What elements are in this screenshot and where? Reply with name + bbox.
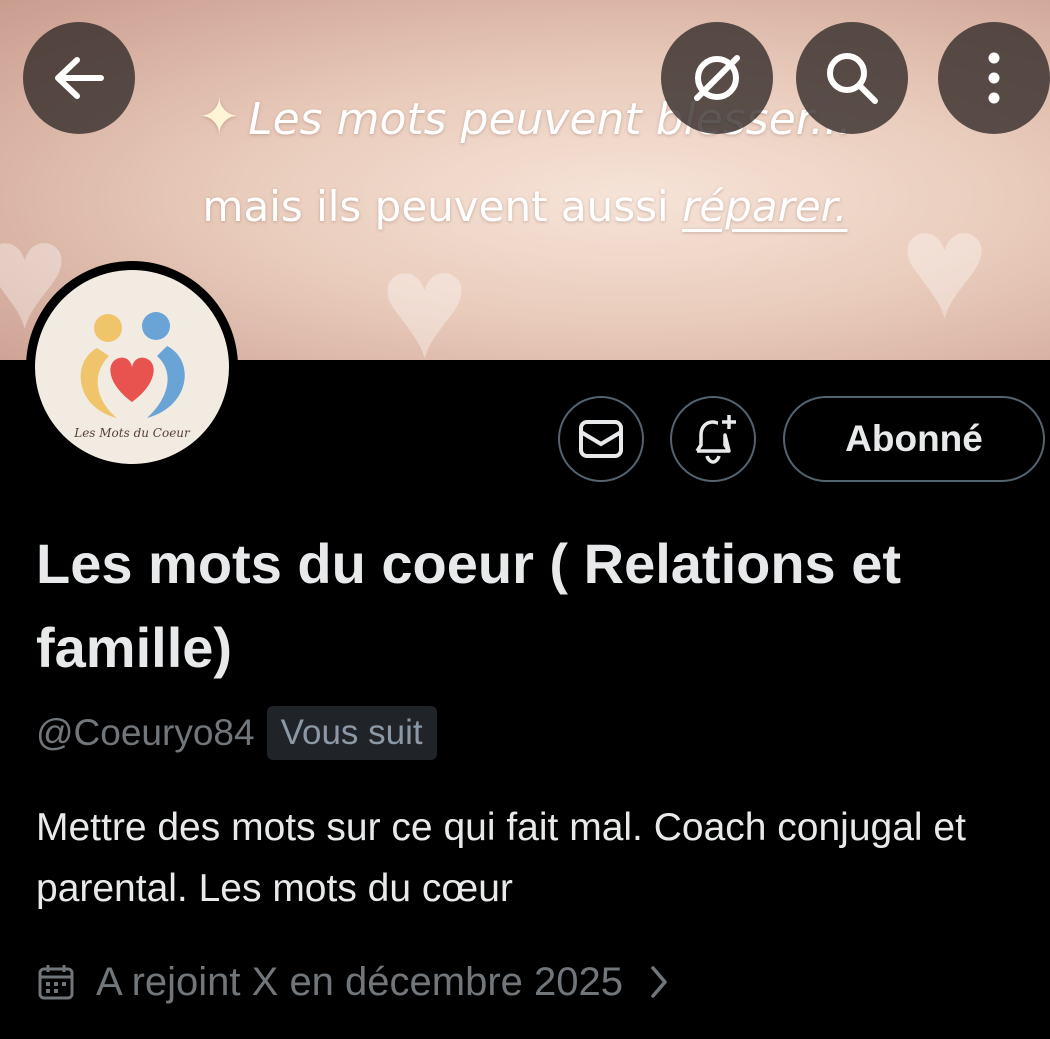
search-button[interactable] (796, 22, 908, 134)
bell-plus-icon (695, 415, 736, 464)
arrow-left-icon (55, 57, 104, 99)
grok-button[interactable] (661, 22, 773, 134)
banner-heart-decoration: ♥ (380, 221, 470, 360)
username-handle: @Coeuryo84 (36, 712, 255, 753)
joined-date-row[interactable]: A rejoint X en décembre 2025 (36, 952, 669, 1012)
profile-bio: Mettre des mots sur ce qui fait mal. Coa… (36, 806, 966, 910)
sparkle-icon: ✦ (198, 88, 241, 146)
notifications-button[interactable] (670, 396, 756, 482)
display-name: Les mots du coeur ( Relations et famille… (36, 532, 902, 679)
avatar-image: Les Mots du Coeur (35, 270, 229, 464)
profile-avatar[interactable]: Les Mots du Coeur (26, 261, 238, 473)
banner-quote-line2: mais ils peuvent aussi réparer. (202, 182, 848, 231)
calendar-icon (38, 965, 74, 1000)
following-button[interactable]: Abonné (783, 396, 1045, 482)
handle-row: @Coeuryo84 Vous suit (36, 705, 437, 761)
grok-icon (694, 55, 740, 101)
search-icon (827, 53, 878, 104)
follows-you-badge: Vous suit (266, 706, 437, 760)
more-options-button[interactable] (938, 22, 1050, 134)
joined-date-text: A rejoint X en décembre 2025 (96, 959, 624, 1004)
mail-icon (579, 420, 623, 458)
chevron-right-icon (651, 966, 667, 998)
avatar-caption: Les Mots du Coeur (74, 426, 190, 440)
more-vertical-icon (988, 52, 1000, 104)
back-button[interactable] (23, 22, 135, 134)
message-button[interactable] (558, 396, 644, 482)
